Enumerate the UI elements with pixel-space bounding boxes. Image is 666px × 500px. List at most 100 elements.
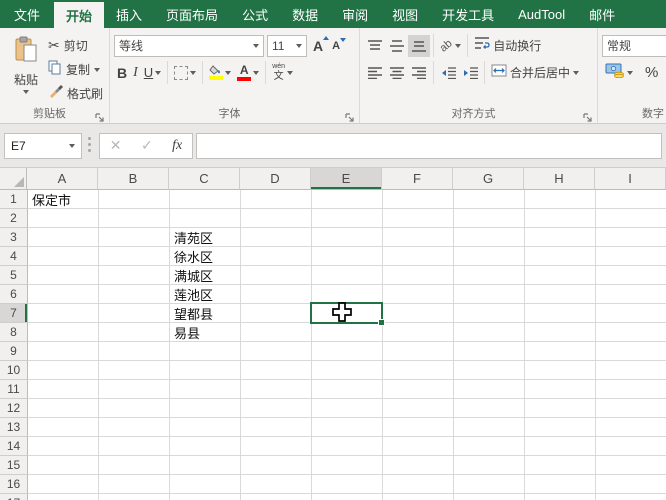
- cell-I3[interactable]: [596, 228, 666, 247]
- cell-C5[interactable]: 满城区: [170, 266, 241, 285]
- cell-B11[interactable]: [99, 380, 170, 399]
- row-header-15[interactable]: 15: [0, 456, 28, 475]
- cell-D17[interactable]: [241, 494, 312, 500]
- cell-A10[interactable]: [28, 361, 99, 380]
- cell-C3[interactable]: 清苑区: [170, 228, 241, 247]
- tab-公式[interactable]: 公式: [230, 0, 280, 28]
- tab-文件[interactable]: 文件: [0, 0, 54, 28]
- fill-color-button[interactable]: [206, 62, 234, 84]
- name-box[interactable]: E7: [4, 133, 82, 159]
- cell-B2[interactable]: [99, 209, 170, 228]
- column-header-C[interactable]: C: [169, 168, 240, 190]
- cell-F16[interactable]: [383, 475, 454, 494]
- row-header-9[interactable]: 9: [0, 342, 28, 361]
- cell-H6[interactable]: [525, 285, 596, 304]
- cell-C10[interactable]: [170, 361, 241, 380]
- cell-A7[interactable]: [28, 304, 99, 323]
- row-header-6[interactable]: 6: [0, 285, 28, 304]
- cell-D14[interactable]: [241, 437, 312, 456]
- phonetic-guide-button[interactable]: wén 文: [269, 62, 296, 84]
- cell-G10[interactable]: [454, 361, 525, 380]
- tab-页面布局[interactable]: 页面布局: [154, 0, 230, 28]
- cell-A6[interactable]: [28, 285, 99, 304]
- cell-B10[interactable]: [99, 361, 170, 380]
- row-header-13[interactable]: 13: [0, 418, 28, 437]
- cell-F7[interactable]: [383, 304, 454, 323]
- cancel-icon[interactable]: ✕: [110, 138, 122, 154]
- cell-E15[interactable]: [312, 456, 383, 475]
- paste-button[interactable]: 粘贴: [4, 32, 48, 105]
- fill-color-dropdown-arrow-icon[interactable]: [225, 70, 232, 75]
- cell-G1[interactable]: [454, 190, 525, 209]
- cell-G13[interactable]: [454, 418, 525, 437]
- cell-A15[interactable]: [28, 456, 99, 475]
- cell-I11[interactable]: [596, 380, 666, 399]
- align-center-button[interactable]: [386, 62, 408, 84]
- tab-开发工具[interactable]: 开发工具: [430, 0, 506, 28]
- format-painter-button[interactable]: 格式刷: [48, 83, 103, 104]
- tab-邮件[interactable]: 邮件: [577, 0, 627, 28]
- cell-G3[interactable]: [454, 228, 525, 247]
- merge-center-dropdown-arrow-icon[interactable]: [573, 70, 580, 75]
- cell-C12[interactable]: [170, 399, 241, 418]
- cell-F17[interactable]: [383, 494, 454, 500]
- cell-B9[interactable]: [99, 342, 170, 361]
- cell-E2[interactable]: [312, 209, 383, 228]
- cell-D13[interactable]: [241, 418, 312, 437]
- enter-icon[interactable]: ✓: [141, 138, 153, 154]
- wrap-text-button[interactable]: 自动换行: [471, 35, 544, 57]
- column-header-G[interactable]: G: [453, 168, 524, 190]
- cell-H3[interactable]: [525, 228, 596, 247]
- cell-C6[interactable]: 莲池区: [170, 285, 241, 304]
- align-right-button[interactable]: [408, 62, 430, 84]
- row-header-10[interactable]: 10: [0, 361, 28, 380]
- cell-H2[interactable]: [525, 209, 596, 228]
- cell-F11[interactable]: [383, 380, 454, 399]
- column-header-D[interactable]: D: [240, 168, 311, 190]
- cell-H12[interactable]: [525, 399, 596, 418]
- font-color-dropdown-arrow-icon[interactable]: [253, 70, 260, 75]
- cell-C14[interactable]: [170, 437, 241, 456]
- cell-E11[interactable]: [312, 380, 383, 399]
- cell-I14[interactable]: [596, 437, 666, 456]
- cell-I6[interactable]: [596, 285, 666, 304]
- cell-F5[interactable]: [383, 266, 454, 285]
- cell-C7[interactable]: 望都县: [170, 304, 241, 323]
- font-name-combobox[interactable]: 等线: [114, 34, 264, 57]
- align-middle-button[interactable]: [386, 35, 408, 57]
- align-left-button[interactable]: [364, 62, 386, 84]
- cell-C8[interactable]: 易县: [170, 323, 241, 342]
- cell-B13[interactable]: [99, 418, 170, 437]
- decrease-indent-button[interactable]: [437, 62, 459, 84]
- cell-B1[interactable]: [99, 190, 170, 209]
- cell-G12[interactable]: [454, 399, 525, 418]
- cell-C4[interactable]: 徐水区: [170, 247, 241, 266]
- column-header-A[interactable]: A: [27, 168, 98, 190]
- increase-font-size-button[interactable]: A: [310, 35, 330, 54]
- cell-B16[interactable]: [99, 475, 170, 494]
- borders-dropdown-arrow-icon[interactable]: [190, 70, 197, 75]
- underline-button[interactable]: U: [141, 62, 164, 84]
- cell-D16[interactable]: [241, 475, 312, 494]
- cell-E12[interactable]: [312, 399, 383, 418]
- cell-B7[interactable]: [99, 304, 170, 323]
- cell-F8[interactable]: [383, 323, 454, 342]
- cell-A12[interactable]: [28, 399, 99, 418]
- cell-C13[interactable]: [170, 418, 241, 437]
- cell-I7[interactable]: [596, 304, 666, 323]
- tab-插入[interactable]: 插入: [104, 0, 154, 28]
- cell-H5[interactable]: [525, 266, 596, 285]
- cell-D4[interactable]: [241, 247, 312, 266]
- cell-G8[interactable]: [454, 323, 525, 342]
- fill-handle[interactable]: [378, 319, 385, 326]
- cell-A8[interactable]: [28, 323, 99, 342]
- formula-input[interactable]: [196, 133, 662, 159]
- tab-视图[interactable]: 视图: [380, 0, 430, 28]
- row-header-2[interactable]: 2: [0, 209, 28, 228]
- cell-I15[interactable]: [596, 456, 666, 475]
- row-header-8[interactable]: 8: [0, 323, 28, 342]
- accounting-dropdown-arrow-icon[interactable]: [627, 70, 633, 75]
- row-header-17[interactable]: 17: [0, 494, 28, 500]
- cell-G16[interactable]: [454, 475, 525, 494]
- row-header-14[interactable]: 14: [0, 437, 28, 456]
